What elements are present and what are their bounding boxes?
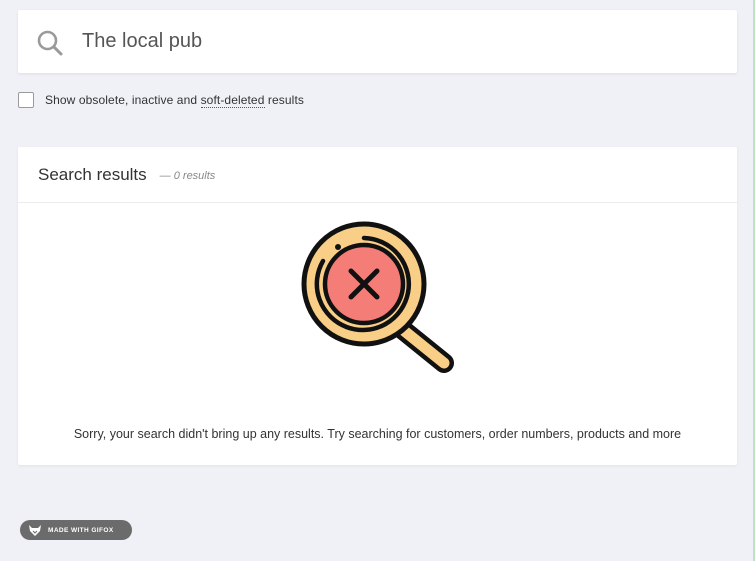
show-obsolete-label[interactable]: Show obsolete, inactive and soft-deleted… bbox=[45, 93, 304, 108]
made-with-gifox-badge: MADE WITH GIFOX bbox=[20, 520, 132, 540]
search-results-title: Search results bbox=[38, 164, 147, 184]
search-results-panel: Search results — 0 results Sorry, your s… bbox=[18, 147, 737, 465]
show-obsolete-option[interactable]: Show obsolete, inactive and soft-deleted… bbox=[18, 92, 304, 108]
no-results-magnifier-icon bbox=[301, 221, 454, 373]
search-results-header: Search results — 0 results bbox=[18, 147, 737, 203]
show-obsolete-checkbox[interactable] bbox=[18, 92, 34, 108]
search-bar[interactable] bbox=[18, 10, 737, 73]
made-with-gifox-text: MADE WITH GIFOX bbox=[48, 526, 114, 534]
show-obsolete-label-prefix: Show obsolete, inactive and bbox=[45, 93, 201, 107]
search-icon bbox=[37, 30, 63, 56]
search-input[interactable] bbox=[82, 26, 712, 56]
fox-icon bbox=[29, 525, 41, 536]
show-obsolete-label-suffix: results bbox=[264, 93, 304, 107]
no-results-message: Sorry, your search didn't bring up any r… bbox=[73, 427, 682, 441]
soft-deleted-term[interactable]: soft-deleted bbox=[200, 93, 265, 108]
search-results-count: — 0 results bbox=[159, 170, 216, 182]
